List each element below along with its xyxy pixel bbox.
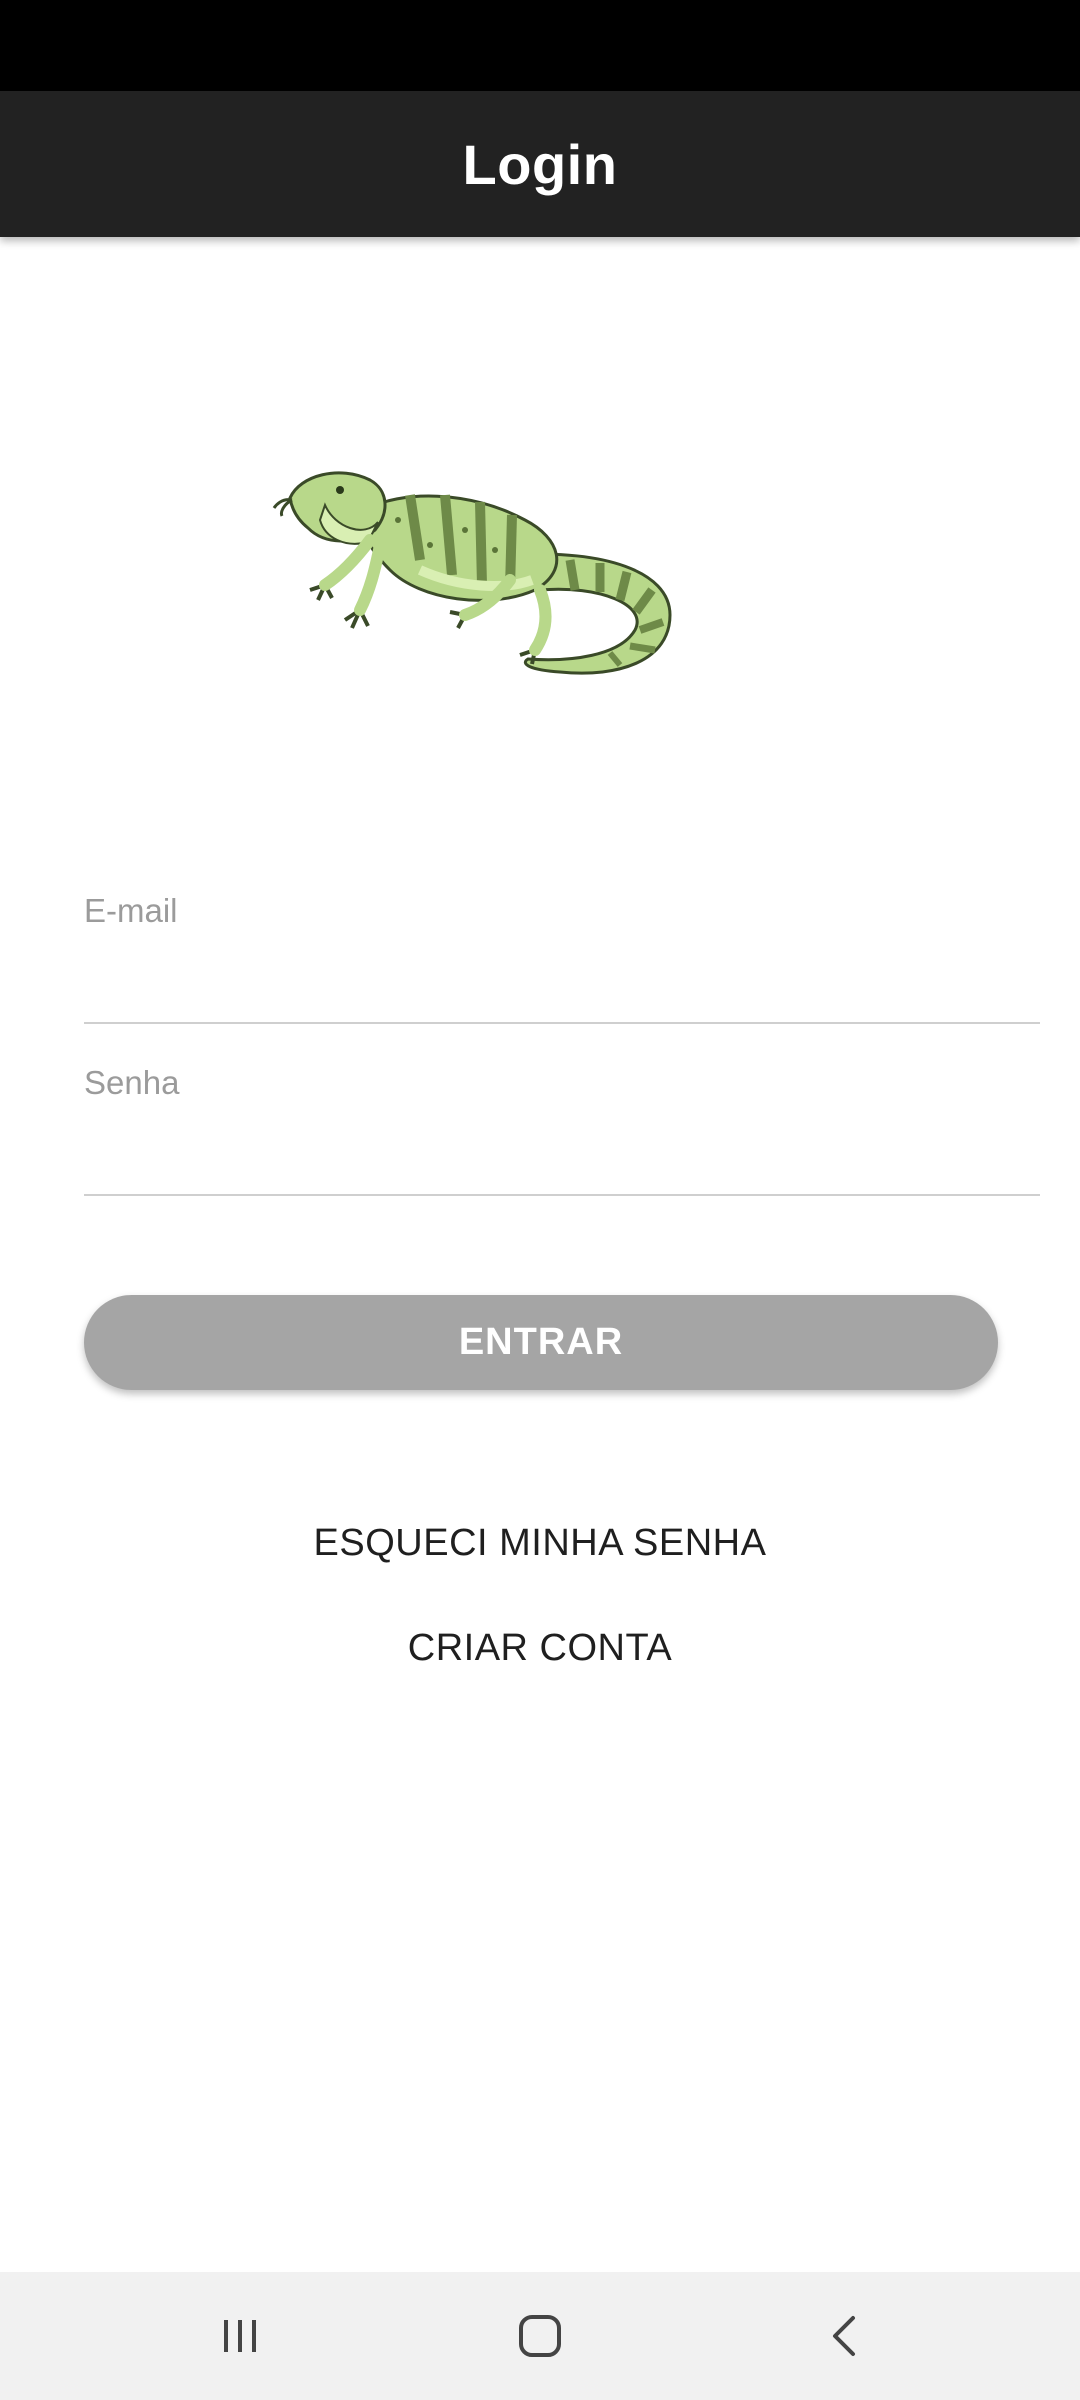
lizard-logo: [270, 450, 700, 700]
password-field[interactable]: Senha: [84, 1064, 1040, 1196]
navigation-bar: [0, 2272, 1080, 2400]
back-button[interactable]: [765, 2272, 925, 2400]
page-title: Login: [462, 132, 618, 196]
app-bar: Login: [0, 91, 1080, 237]
email-label: E-mail: [84, 892, 178, 929]
recents-icon: [224, 2320, 256, 2352]
create-account-button[interactable]: CRIAR CONTA: [0, 1627, 1080, 1670]
email-input[interactable]: [84, 956, 1040, 1012]
email-field[interactable]: E-mail: [84, 892, 1040, 1024]
login-screen: Login E-mail Senha ENTRAR ESQUECI MINHA …: [0, 0, 1080, 2400]
status-bar: [0, 0, 1080, 91]
password-input[interactable]: [84, 1128, 1040, 1184]
forgot-password-button[interactable]: ESQUECI MINHA SENHA: [0, 1522, 1080, 1565]
home-icon: [519, 2315, 561, 2357]
home-button[interactable]: [460, 2272, 620, 2400]
login-button[interactable]: ENTRAR: [84, 1295, 998, 1390]
back-icon: [833, 2316, 855, 2356]
password-label: Senha: [84, 1064, 180, 1101]
recents-button[interactable]: [160, 2272, 320, 2400]
lizard-icon: [272, 471, 672, 675]
